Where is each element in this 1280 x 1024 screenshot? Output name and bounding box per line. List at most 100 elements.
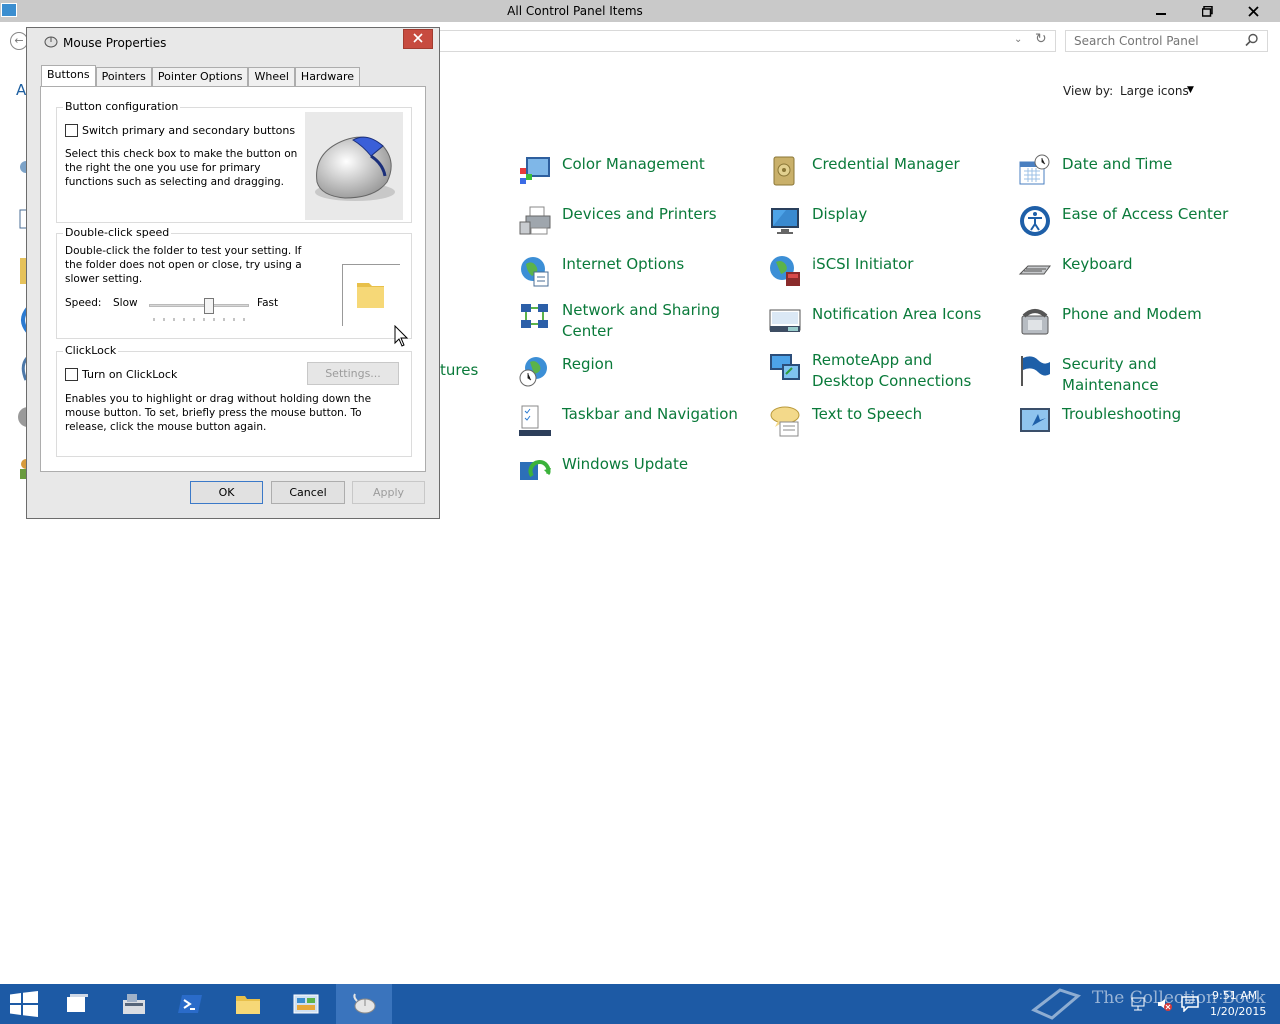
search-input[interactable] xyxy=(1065,30,1268,52)
item-color-management[interactable]: Color Management xyxy=(518,154,747,198)
item-troubleshooting[interactable]: Troubleshooting xyxy=(1018,404,1247,448)
restore-icon xyxy=(1201,5,1213,17)
tab-hardware[interactable]: Hardware xyxy=(294,67,361,86)
clicklock-label[interactable]: Turn on ClickLock xyxy=(82,368,177,381)
dropdown-caret-icon[interactable]: ▼ xyxy=(1187,85,1194,95)
switch-buttons-checkbox[interactable] xyxy=(65,124,78,137)
clock-time[interactable]: 9:51 AM xyxy=(1212,989,1257,1002)
start-button[interactable] xyxy=(0,984,48,1024)
double-click-speed-group: Double-click speed Double-click the fold… xyxy=(56,226,412,339)
item-internet-options[interactable]: Internet Options xyxy=(518,254,747,298)
item-label: iSCSI Initiator xyxy=(812,255,914,273)
ease-of-access-icon xyxy=(1020,206,1050,236)
item-label: Troubleshooting xyxy=(1062,405,1182,423)
folder-icon xyxy=(357,283,384,308)
clicklock-group: ClickLock Turn on ClickLock Settings... … xyxy=(56,344,412,457)
action-center-icon[interactable] xyxy=(1181,996,1199,1012)
globe-icon xyxy=(521,257,549,287)
item-notification-area-icons[interactable]: Notification Area Icons xyxy=(768,304,997,348)
volume-muted-tray-icon[interactable] xyxy=(1156,996,1172,1012)
speed-label: Speed: xyxy=(65,297,102,309)
ok-button[interactable]: OK xyxy=(190,481,263,504)
powershell-icon xyxy=(178,995,202,1013)
item-label: Internet Options xyxy=(562,255,685,273)
network-icon xyxy=(521,304,548,328)
item-iscsi-initiator[interactable]: iSCSI Initiator xyxy=(768,254,997,298)
speed-slider-track[interactable] xyxy=(149,304,249,307)
dialog-title: Mouse Properties xyxy=(63,36,167,50)
view-by-label: View by: xyxy=(1063,84,1114,98)
item-security-and-maintenance[interactable]: Security and Maintenance xyxy=(1018,354,1247,398)
cancel-button[interactable]: Cancel xyxy=(271,481,345,504)
item-region[interactable]: Region xyxy=(518,354,747,398)
test-folder-area[interactable] xyxy=(342,264,400,326)
server-manager-icon xyxy=(123,994,145,1014)
refresh-icon[interactable]: ↻ xyxy=(1035,31,1047,47)
clock-date[interactable]: 1/20/2015 xyxy=(1210,1005,1266,1018)
control-panel-icon xyxy=(293,994,319,1014)
clicklock-settings-button[interactable]: Settings... xyxy=(307,362,399,385)
credential-manager-icon xyxy=(773,156,795,186)
item-credential-manager[interactable]: Credential Manager xyxy=(768,154,997,198)
tab-wheel[interactable]: Wheel xyxy=(248,67,295,86)
item-taskbar-and-navigation[interactable]: Taskbar and Navigation xyxy=(518,404,747,448)
item-label: Keyboard xyxy=(1062,255,1133,273)
phone-icon xyxy=(1021,309,1049,335)
control-panel-taskbar-button[interactable] xyxy=(278,984,334,1024)
item-network-and-sharing-center[interactable]: Network and Sharing Center xyxy=(518,300,747,344)
left-link-fragment[interactable]: A xyxy=(16,81,26,99)
item-label: Taskbar and Navigation xyxy=(562,405,738,423)
flag-icon xyxy=(1021,356,1050,386)
apply-button[interactable]: Apply xyxy=(352,481,425,504)
dialog-close-button[interactable] xyxy=(403,29,433,49)
mouse-properties-taskbar-button[interactable] xyxy=(336,984,392,1024)
tab-buttons[interactable]: Buttons xyxy=(41,65,96,86)
switch-buttons-row: Switch primary and secondary buttons xyxy=(65,124,295,137)
item-display[interactable]: Display xyxy=(768,204,997,248)
mouse-icon xyxy=(353,993,376,1014)
item-label: Devices and Printers xyxy=(562,205,717,223)
display-icon xyxy=(771,208,799,234)
restore-button[interactable] xyxy=(1184,0,1230,22)
switch-buttons-label[interactable]: Switch primary and secondary buttons xyxy=(82,124,295,137)
item-label: RemoteApp and Desktop Connections xyxy=(812,351,972,390)
server-manager-button[interactable] xyxy=(106,984,162,1024)
tab-strip: Buttons Pointers Pointer Options Wheel H… xyxy=(41,65,361,86)
tab-pointer-options[interactable]: Pointer Options xyxy=(151,67,249,86)
item-label: Notification Area Icons xyxy=(812,305,982,323)
mouse-properties-dialog: Mouse Properties Buttons Pointers Pointe… xyxy=(26,27,440,519)
windows-update-icon xyxy=(520,460,551,480)
item-label: Region xyxy=(562,355,614,373)
item-remoteapp-and-desktop-connections[interactable]: RemoteApp and Desktop Connections xyxy=(768,350,997,394)
partial-item-label[interactable]: tures xyxy=(440,361,478,379)
item-ease-of-access-center[interactable]: Ease of Access Center xyxy=(1018,204,1247,248)
tab-pointers[interactable]: Pointers xyxy=(95,67,152,86)
address-dropdown-icon[interactable]: ⌄ xyxy=(1014,34,1022,45)
item-text-to-speech[interactable]: Text to Speech xyxy=(768,404,997,448)
close-icon xyxy=(413,33,423,43)
clicklock-checkbox[interactable] xyxy=(65,368,78,381)
item-windows-update[interactable]: Windows Update xyxy=(518,454,747,498)
windows-start-icon xyxy=(10,991,38,1017)
network-tray-icon[interactable] xyxy=(1130,996,1146,1012)
fast-label: Fast xyxy=(257,297,279,309)
item-devices-and-printers[interactable]: Devices and Printers xyxy=(518,204,747,248)
minimize-icon xyxy=(1156,13,1166,15)
mouse-cursor-icon xyxy=(394,325,408,347)
close-button[interactable] xyxy=(1230,0,1276,22)
file-explorer-button[interactable] xyxy=(220,984,276,1024)
powershell-button[interactable] xyxy=(162,984,218,1024)
item-keyboard[interactable]: Keyboard xyxy=(1018,254,1247,298)
minimize-button[interactable] xyxy=(1138,0,1184,22)
troubleshooting-icon xyxy=(1020,408,1050,432)
search-icon[interactable] xyxy=(1245,33,1259,47)
speed-slider-thumb[interactable] xyxy=(204,298,214,314)
clicklock-row: Turn on ClickLock xyxy=(65,368,177,381)
mouse-picture xyxy=(305,112,403,220)
item-phone-and-modem[interactable]: Phone and Modem xyxy=(1018,304,1247,348)
item-date-and-time[interactable]: Date and Time xyxy=(1018,154,1247,198)
view-by-dropdown[interactable]: Large icons xyxy=(1120,84,1189,98)
color-management-icon xyxy=(520,157,550,184)
buttons-tab-panel: Button configuration Switch primary and … xyxy=(40,86,426,472)
task-view-button[interactable] xyxy=(50,984,106,1024)
